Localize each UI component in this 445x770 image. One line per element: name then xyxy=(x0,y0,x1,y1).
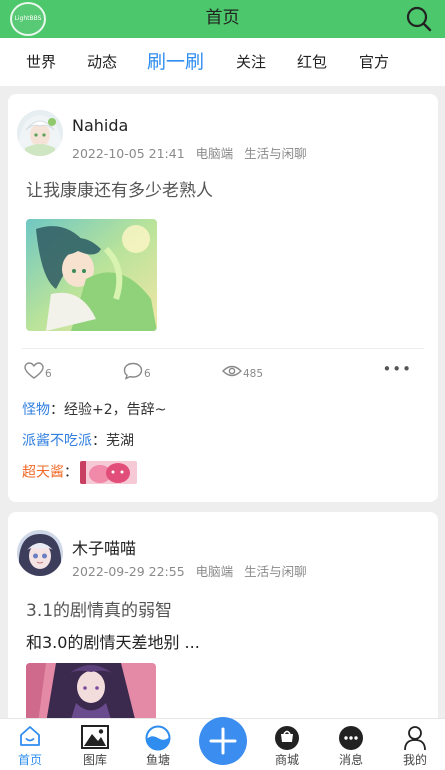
nav-gallery[interactable]: 图库 xyxy=(70,719,120,767)
nav-pond[interactable]: 鱼塘 xyxy=(133,719,183,767)
nav-messages[interactable]: 消息 xyxy=(326,719,376,767)
avatar[interactable] xyxy=(17,110,63,156)
reply-separator: ： xyxy=(50,402,64,418)
reply-text: 芜湖 xyxy=(106,433,134,449)
comment-icon xyxy=(123,362,143,380)
create-post-button[interactable] xyxy=(199,717,247,765)
nav-label: 图库 xyxy=(82,753,107,767)
shop-icon xyxy=(275,726,299,750)
tab-following[interactable]: 关注 xyxy=(236,38,266,86)
comment-count: 6 xyxy=(144,368,151,380)
post-card[interactable]: 木子喵喵 2022-09-29 22:55 电脑端 生活与闲聊 3.1的剧情真的弱智… xyxy=(8,512,438,718)
page-title: 首页 xyxy=(205,8,240,28)
divider xyxy=(22,348,424,349)
post-image[interactable] xyxy=(26,219,157,331)
post-text: 3.1的剧情真的弱智 xyxy=(26,601,173,621)
eye-icon xyxy=(222,365,242,377)
view-stat: 485 xyxy=(222,362,263,380)
nav-label: 首页 xyxy=(17,753,42,767)
category-tabs: 世界 动态 刷一刷 关注 红包 官方 xyxy=(0,38,445,86)
author-name[interactable]: Nahida xyxy=(72,116,128,135)
profile-icon xyxy=(404,726,426,751)
nav-shop[interactable]: 商城 xyxy=(262,719,312,767)
avatar[interactable] xyxy=(17,530,63,576)
tab-red-packet[interactable]: 红包 xyxy=(297,38,327,86)
top-app-bar: LightBBS 首页 xyxy=(0,0,445,38)
nav-profile[interactable]: 我的 xyxy=(390,719,440,767)
more-icon[interactable]: ••• xyxy=(382,360,412,378)
plus-icon xyxy=(209,727,237,755)
post-platform: 电脑端 xyxy=(195,146,234,161)
reply-item[interactable]: 怪物：经验+2，告辞~ xyxy=(22,399,166,419)
comment-button[interactable]: 6 xyxy=(123,362,151,380)
author-name[interactable]: 木子喵喵 xyxy=(72,535,136,559)
reply-separator: ： xyxy=(92,433,106,449)
pond-icon xyxy=(145,725,171,751)
post-card[interactable]: Nahida 2022-10-05 21:41 电脑端 生活与闲聊 让我康康还有多少… xyxy=(8,94,438,502)
reply-separator: ： xyxy=(64,464,78,481)
post-time: 2022-09-29 22:55 xyxy=(72,564,185,579)
post-category[interactable]: 生活与闲聊 xyxy=(244,146,307,161)
post-meta: 2022-10-05 21:41 电脑端 生活与闲聊 xyxy=(72,143,318,162)
reply-item[interactable]: 超天酱： xyxy=(22,461,137,484)
message-icon xyxy=(339,726,363,750)
heart-icon xyxy=(24,362,44,379)
reply-sticker-image[interactable] xyxy=(80,461,137,484)
post-text: 让我康康还有多少老熟人 xyxy=(26,181,213,201)
post-platform: 电脑端 xyxy=(195,564,234,579)
post-meta: 2022-09-29 22:55 电脑端 生活与闲聊 xyxy=(72,561,318,580)
bottom-navigation: 首页 图库 鱼塘 商城 消息 我的 xyxy=(0,717,445,770)
post-category[interactable]: 生活与闲聊 xyxy=(244,564,307,579)
home-icon xyxy=(20,726,40,746)
reply-item[interactable]: 派酱不吃派：芜湖 xyxy=(22,430,134,450)
nav-label: 商城 xyxy=(274,753,299,767)
post-text: 和3.0的剧情天差地别 ... xyxy=(26,633,200,652)
tab-refresh[interactable]: 刷一刷 xyxy=(147,38,204,86)
nav-label: 消息 xyxy=(338,753,363,767)
tab-activity[interactable]: 动态 xyxy=(87,38,117,86)
view-count: 485 xyxy=(243,368,264,380)
post-image[interactable] xyxy=(26,663,156,718)
gallery-icon xyxy=(81,725,109,749)
like-button[interactable]: 6 xyxy=(24,362,52,380)
post-time: 2022-10-05 21:41 xyxy=(72,146,185,161)
reply-author[interactable]: 派酱不吃派 xyxy=(22,433,92,449)
reply-text: 经验+2，告辞~ xyxy=(64,402,167,418)
tab-world[interactable]: 世界 xyxy=(26,38,56,86)
reply-author[interactable]: 超天酱 xyxy=(22,465,64,481)
nav-label: 我的 xyxy=(402,753,427,767)
tab-official[interactable]: 官方 xyxy=(359,38,389,86)
nav-home[interactable]: 首页 xyxy=(5,719,55,767)
nav-label: 鱼塘 xyxy=(145,753,170,767)
reply-author[interactable]: 怪物 xyxy=(22,402,50,418)
like-count: 6 xyxy=(45,368,52,380)
search-icon[interactable] xyxy=(405,5,433,33)
